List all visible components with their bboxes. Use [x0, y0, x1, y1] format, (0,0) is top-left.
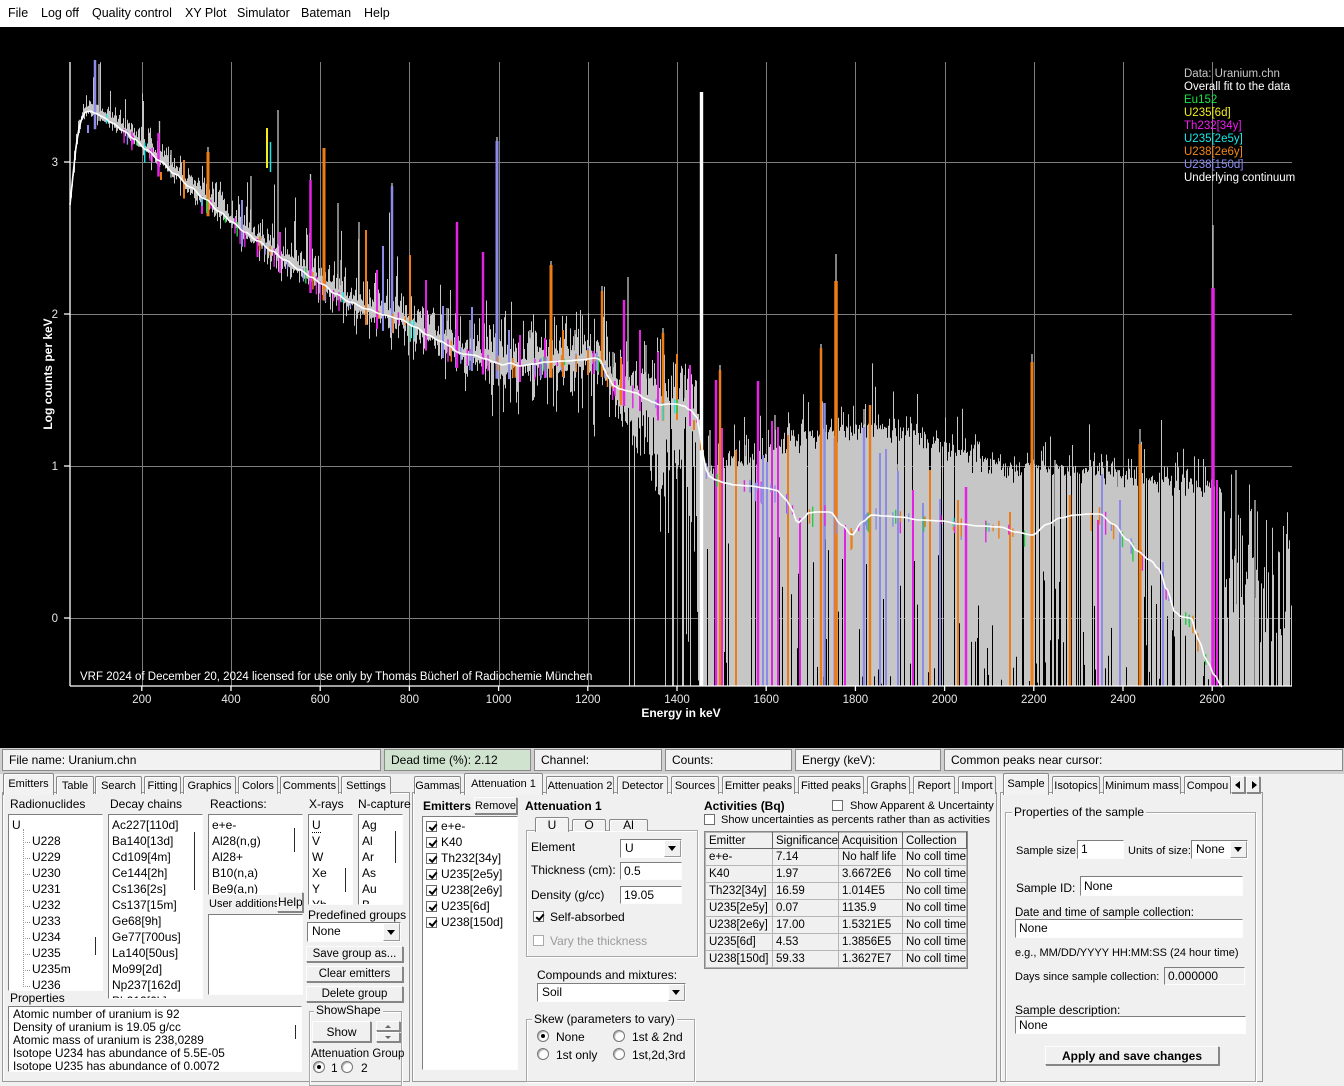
svg-text:2400: 2400: [1110, 694, 1136, 706]
svg-text:U238[2e6y]: U238[2e6y]: [1184, 146, 1243, 158]
svg-text:1400: 1400: [664, 694, 690, 706]
svg-text:U238[150d]: U238[150d]: [1184, 159, 1243, 171]
svg-text:1200: 1200: [575, 694, 601, 706]
svg-text:3: 3: [52, 157, 58, 169]
svg-text:400: 400: [221, 694, 240, 706]
svg-text:1800: 1800: [843, 694, 869, 706]
svg-text:Data: Uranium.chn: Data: Uranium.chn: [1184, 68, 1280, 80]
svg-text:600: 600: [311, 694, 330, 706]
svg-text:Eu152: Eu152: [1184, 94, 1217, 106]
svg-text:Log counts per keV: Log counts per keV: [41, 318, 55, 429]
svg-text:U235[6d]: U235[6d]: [1184, 107, 1231, 119]
svg-text:0: 0: [52, 613, 58, 625]
svg-text:1: 1: [52, 461, 58, 473]
svg-text:Underlying continuum: Underlying continuum: [1184, 172, 1295, 184]
svg-text:VRF 2024 of December 20, 2024: VRF 2024 of December 20, 2024 licensed f…: [80, 671, 592, 683]
svg-text:200: 200: [132, 694, 151, 706]
svg-text:2000: 2000: [932, 694, 958, 706]
svg-text:Energy in keV: Energy in keV: [641, 706, 720, 720]
svg-text:800: 800: [400, 694, 419, 706]
svg-text:2600: 2600: [1199, 694, 1225, 706]
svg-text:2200: 2200: [1021, 694, 1047, 706]
svg-text:1600: 1600: [753, 694, 779, 706]
svg-text:Overall fit to the data: Overall fit to the data: [1184, 81, 1291, 93]
svg-text:Th232[34y]: Th232[34y]: [1184, 120, 1242, 132]
svg-text:U235[2e5y]: U235[2e5y]: [1184, 133, 1243, 145]
svg-text:1000: 1000: [486, 694, 512, 706]
